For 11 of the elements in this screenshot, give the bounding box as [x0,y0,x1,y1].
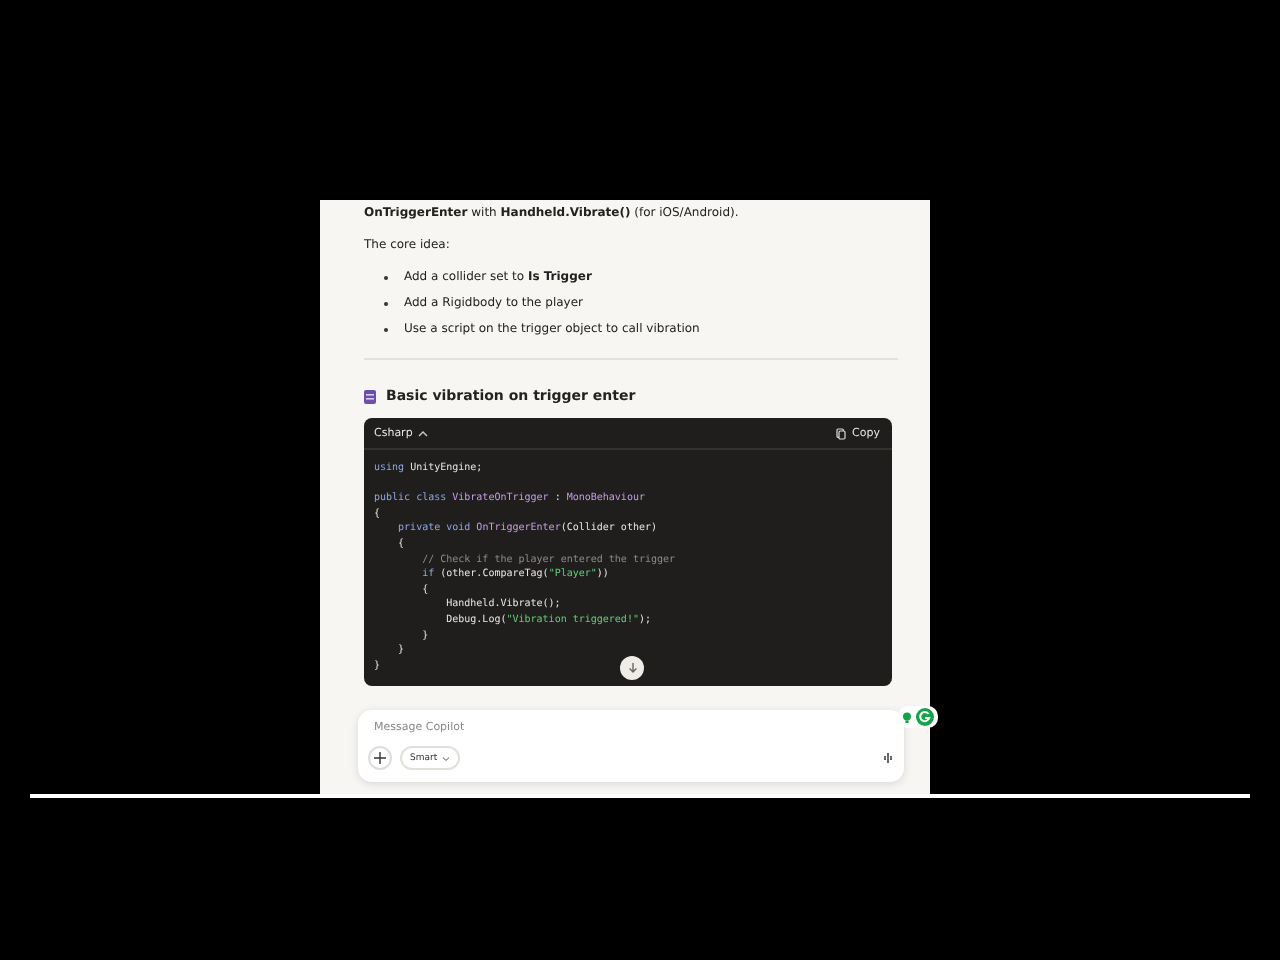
grammar-checker-icon [916,708,934,726]
extension-badge[interactable] [898,706,938,728]
add-button[interactable] [368,746,392,770]
voice-icon[interactable] [882,752,894,764]
caret-icon [418,430,429,438]
bulb-icon [902,711,912,723]
plus-icon [374,752,386,764]
document-icon [364,389,376,403]
chevron-icon [441,755,450,761]
copy-icon [836,428,847,440]
arrow-down-icon [627,662,637,674]
